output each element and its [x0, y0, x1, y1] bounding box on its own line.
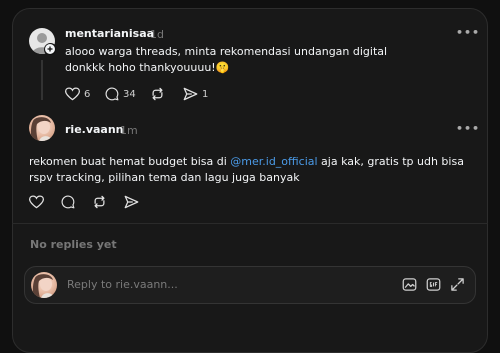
share-icon [124, 195, 139, 209]
follow-plus-icon[interactable] [44, 43, 57, 56]
reply-composer[interactable]: Reply to rie.vaann... [24, 266, 476, 304]
reply-text-start: rekomen buat hemat budget bisa di [29, 155, 231, 168]
profile-photo [30, 117, 53, 141]
like-count: 6 [84, 88, 91, 100]
thread-connector [41, 60, 43, 100]
share-icon [183, 87, 198, 101]
like-button[interactable] [29, 195, 44, 209]
share-count: 1 [202, 88, 209, 100]
repost-button[interactable] [92, 195, 107, 209]
repost-icon [152, 87, 163, 101]
reply-count: 34 [123, 88, 136, 100]
profile-photo [32, 274, 55, 298]
comment-button[interactable] [61, 195, 75, 209]
heart-icon [65, 87, 80, 101]
reply-author-handle[interactable]: rie.vaann [65, 123, 124, 136]
comment-icon [61, 195, 75, 209]
composer-avatar [31, 272, 57, 298]
comment-button[interactable]: 34 [105, 87, 136, 101]
avatar-rie-vaann[interactable] [29, 115, 55, 141]
like-button[interactable]: 6 [65, 87, 90, 101]
gif-icon[interactable] [426, 277, 441, 296]
repost-icon [94, 195, 105, 209]
heart-icon [29, 195, 44, 209]
reply-timestamp[interactable]: 1m [120, 124, 138, 137]
more-options-button[interactable]: ••• [456, 26, 480, 39]
more-options-button[interactable]: ••• [456, 122, 480, 135]
no-replies-label: No replies yet [30, 238, 117, 251]
share-button[interactable] [124, 195, 139, 209]
divider [12, 223, 488, 224]
post-timestamp[interactable]: 1d [150, 28, 164, 41]
post-text: alooo warga threads, minta rekomendasi u… [65, 45, 388, 74]
image-icon[interactable] [402, 277, 417, 296]
reply-input[interactable]: Reply to rie.vaann... [67, 278, 178, 291]
comment-icon [105, 87, 119, 101]
post-author-handle[interactable]: mentarianisaa [65, 27, 154, 40]
reply-text: rekomen buat hemat budget bisa di @mer.i… [29, 154, 469, 186]
repost-button[interactable] [150, 87, 165, 101]
share-button[interactable]: 1 [183, 87, 208, 101]
mention-link[interactable]: @mer.id_official [230, 155, 317, 168]
expand-icon[interactable] [450, 277, 465, 296]
